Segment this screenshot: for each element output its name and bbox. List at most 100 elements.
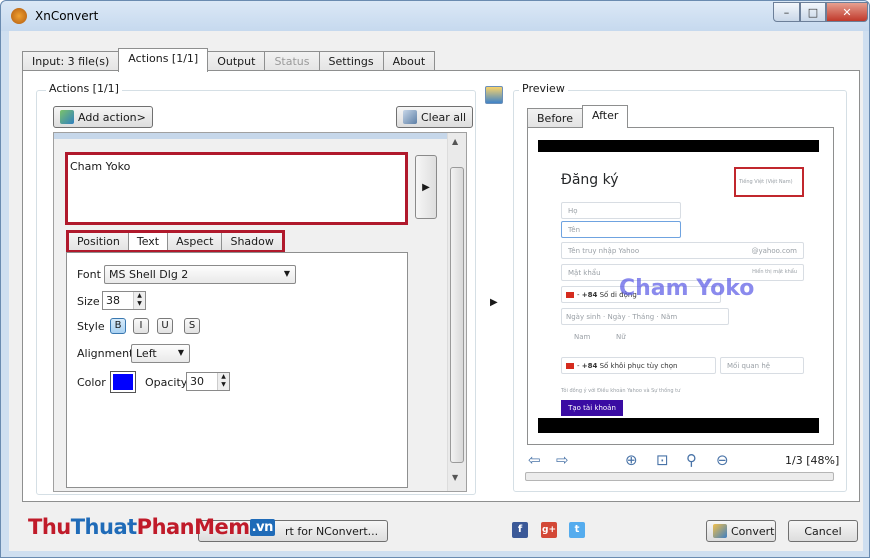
window-title: XnConvert	[35, 9, 99, 23]
opacity-spinbox[interactable]: 30 ▲ ▼	[186, 372, 230, 391]
zoom-out-icon[interactable]: ⊖	[716, 451, 729, 469]
subtab-shadow[interactable]: Shadow	[222, 233, 282, 250]
tab-input[interactable]: Input: 3 file(s)	[22, 51, 120, 72]
clear-all-icon	[403, 110, 417, 124]
preview-password-text: Mật khẩu	[568, 269, 601, 277]
watermark-part-4: .vn	[249, 519, 275, 536]
preview-birth-month: Tháng	[632, 313, 655, 321]
font-select-value: MS Shell Dlg 2	[109, 268, 189, 281]
preview-show-password: Hiển thị mật khẩu	[752, 269, 797, 275]
cancel-button[interactable]: Cancel	[788, 520, 858, 542]
xnconvert-app-icon	[11, 8, 27, 24]
preview-birth-year: Năm	[660, 313, 678, 321]
convert-label: Convert	[731, 524, 775, 538]
next-image-icon[interactable]: ⇨	[556, 451, 569, 469]
signup-form-preview: Đăng ký Tiếng Việt (Việt Nam) Họ Tên Tên…	[538, 152, 819, 418]
color-swatch-button[interactable]	[110, 371, 136, 393]
export-nconvert-label: rt for NConvert...	[285, 524, 379, 538]
tab-after[interactable]: After	[581, 105, 629, 128]
font-select[interactable]: MS Shell Dlg 2 ▼	[104, 265, 296, 284]
color-label: Color	[77, 376, 106, 389]
alignment-label: Alignment	[77, 347, 134, 360]
facebook-icon[interactable]: f	[512, 522, 528, 538]
preview-toggle-button[interactable]	[485, 86, 503, 104]
convert-icon	[713, 524, 727, 538]
add-action-label: Add action>	[78, 110, 146, 124]
watermark-part-3: PhanMem	[136, 515, 250, 539]
alignment-select[interactable]: Left ▼	[131, 344, 190, 363]
clear-all-label: Clear all	[421, 110, 467, 124]
strikeout-toggle[interactable]: S	[184, 318, 200, 334]
preview-birth-day: Ngày	[607, 313, 626, 321]
watermark-part-2: Thuat	[70, 515, 137, 539]
opacity-label: Opacity	[145, 376, 188, 389]
close-button[interactable]: ✕	[826, 2, 868, 22]
previous-image-icon[interactable]: ⇦	[528, 451, 541, 469]
preview-group-label: Preview	[519, 82, 568, 95]
size-value: 38	[106, 294, 120, 307]
subtab-position[interactable]: Position	[69, 233, 129, 250]
scroll-down-arrow-icon[interactable]: ▼	[452, 473, 458, 482]
preview-field-ho-text: Họ	[568, 207, 578, 215]
preview-field-ten-text: Tên	[568, 226, 581, 234]
tab-status[interactable]: Status	[264, 51, 320, 72]
chevron-down-icon: ▼	[283, 269, 290, 278]
title-bar[interactable]: XnConvert – □ ✕	[1, 1, 869, 31]
preview-recovery-code: +84	[581, 362, 598, 370]
google-plus-icon[interactable]: g+	[541, 522, 557, 538]
font-label: Font	[77, 268, 101, 281]
preview-gender-female: Nữ	[616, 333, 626, 341]
preview-relationship-text: Mối quan hệ	[727, 362, 771, 370]
scrollbar-thumb[interactable]	[450, 167, 464, 463]
play-arrow-icon: ▶	[422, 181, 430, 193]
opacity-value: 30	[190, 375, 204, 388]
preview-terms: Tôi đồng ý với Điều khoản Yahoo và Sự th…	[561, 388, 681, 394]
apply-arrow-icon: ▶	[490, 297, 498, 308]
preview-field-ho: Họ	[561, 202, 681, 219]
form-heading: Đăng ký	[561, 172, 619, 188]
language-select: Tiếng Việt (Việt Nam)	[739, 179, 793, 185]
color-swatch	[113, 374, 133, 390]
fit-to-window-icon[interactable]: ⊡	[656, 451, 669, 469]
tab-about[interactable]: About	[382, 51, 436, 72]
bold-toggle[interactable]: B	[110, 318, 126, 334]
watermark-part-1: Thu	[28, 515, 71, 539]
vertical-scrollbar[interactable]: ▲ ▼	[447, 133, 466, 491]
underline-toggle[interactable]: U	[157, 318, 173, 334]
size-spinbox[interactable]: 38 ▲ ▼	[102, 291, 146, 310]
text-insert-arrow-button[interactable]: ▶	[415, 155, 437, 219]
twitter-icon[interactable]: t	[569, 522, 585, 538]
style-label: Style	[77, 320, 105, 333]
tab-actions[interactable]: Actions [1/1]	[118, 48, 209, 72]
actual-size-icon[interactable]: ⚲	[686, 451, 697, 469]
zoom-in-icon[interactable]: ⊕	[625, 451, 638, 469]
maximize-button[interactable]: □	[800, 2, 826, 22]
preview-submit: Tạo tài khoản	[561, 400, 623, 416]
site-watermark-logo: ThuThuatPhanMem .vn	[28, 515, 275, 539]
add-action-icon	[60, 110, 74, 124]
spin-arrows-icon[interactable]: ▲ ▼	[217, 373, 229, 390]
preview-field-birth: Ngày sinh · Ngày · Tháng · Năm	[561, 308, 729, 325]
minimize-button[interactable]: –	[773, 2, 800, 22]
size-label: Size	[77, 295, 100, 308]
tab-before[interactable]: Before	[527, 108, 583, 127]
preview-birth-label: Ngày sinh	[566, 313, 601, 321]
tab-settings[interactable]: Settings	[318, 51, 384, 72]
subtab-text[interactable]: Text	[128, 233, 169, 250]
clear-all-button[interactable]: Clear all	[396, 106, 474, 128]
alignment-value: Left	[136, 347, 157, 360]
italic-toggle[interactable]: I	[133, 318, 149, 334]
preview-image[interactable]: Đăng ký Tiếng Việt (Việt Nam) Họ Tên Tên…	[538, 140, 819, 433]
add-action-button[interactable]: Add action>	[53, 106, 153, 128]
preview-gender-male: Nam	[574, 333, 591, 341]
preview-progress-bar	[525, 472, 834, 481]
convert-button[interactable]: Convert	[706, 520, 776, 542]
text-content-field[interactable]: Cham Yoko	[65, 152, 408, 225]
preview-text-watermark: Cham Yoko	[619, 276, 755, 301]
subtab-aspect[interactable]: Aspect	[168, 233, 223, 250]
main-tab-bar: Input: 3 file(s) Actions [1/1] Output St…	[22, 48, 436, 72]
preview-field-username: Tên truy nhập Yahoo @yahoo.com	[561, 242, 804, 259]
scroll-up-arrow-icon[interactable]: ▲	[452, 137, 458, 146]
tab-output[interactable]: Output	[207, 51, 266, 72]
spin-arrows-icon[interactable]: ▲ ▼	[133, 292, 145, 309]
